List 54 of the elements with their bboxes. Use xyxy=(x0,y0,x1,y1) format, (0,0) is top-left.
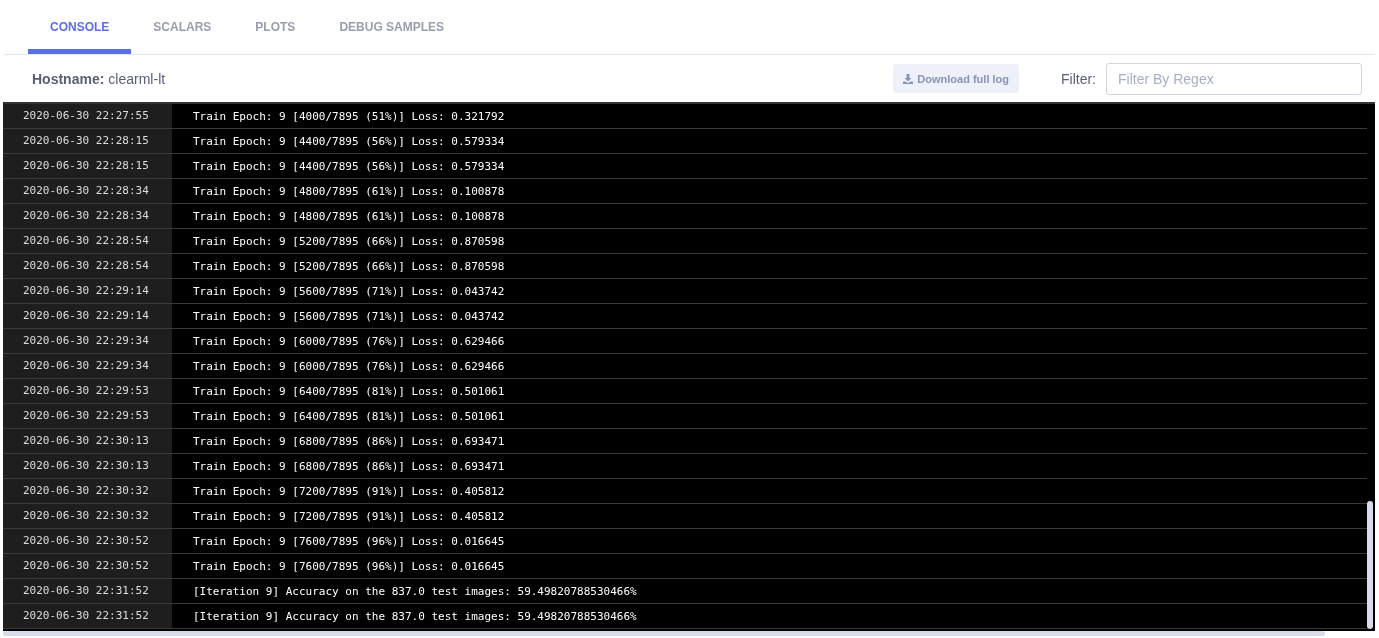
log-timestamp: 2020-06-30 22:28:54 xyxy=(3,229,172,253)
log-timestamp: 2020-06-30 22:28:15 xyxy=(3,154,172,178)
log-timestamp: 2020-06-30 22:30:13 xyxy=(3,454,172,478)
log-message: Train Epoch: 9 [7200/7895 (91%)] Loss: 0.405812 xyxy=(192,509,505,523)
log-timestamp: 2020-06-30 22:29:53 xyxy=(3,404,172,428)
log-message: Train Epoch: 9 [6400/7895 (81%)] Loss: 0.501061 xyxy=(192,384,505,398)
hostname-label: Hostname: xyxy=(32,70,105,87)
log-message: Train Epoch: 9 [4800/7895 (61%)] Loss: 0.100878 xyxy=(192,184,505,198)
log-timestamp: 2020-06-30 22:28:15 xyxy=(3,129,172,153)
log-timestamp: 2020-06-30 22:29:14 xyxy=(3,279,172,303)
log-message: Train Epoch: 9 [4000/7895 (51%)] Loss: 0.321792 xyxy=(192,109,505,123)
log-message: Train Epoch: 9 [5600/7895 (71%)] Loss: 0.043742 xyxy=(192,309,505,323)
log-message: Train Epoch: 9 [6800/7895 (86%)] Loss: 0.693471 xyxy=(192,434,505,448)
scrollbar-thumb[interactable] xyxy=(3,631,1325,636)
log-timestamp: 2020-06-30 22:29:34 xyxy=(3,354,172,378)
log-timestamp: 2020-06-30 22:31:52 xyxy=(3,579,172,603)
log-message: Train Epoch: 9 [5200/7895 (66%)] Loss: 0.870598 xyxy=(192,234,505,248)
log-timestamp: 2020-06-30 22:28:54 xyxy=(3,254,172,278)
log-message: Train Epoch: 9 [4400/7895 (56%)] Loss: 0.579334 xyxy=(192,159,505,173)
tab[interactable]: CONSOLE xyxy=(28,0,132,54)
log-message: Train Epoch: 9 [6400/7895 (81%)] Loss: 0.501061 xyxy=(192,409,505,423)
log-timestamp: 2020-06-30 22:30:32 xyxy=(3,504,172,528)
log-message: Train Epoch: 9 [7600/7895 (96%)] Loss: 0.016645 xyxy=(192,534,505,548)
log-timestamp: 2020-06-30 22:30:52 xyxy=(3,554,172,578)
log-message: Train Epoch: 9 [7600/7895 (96%)] Loss: 0.016645 xyxy=(192,559,505,573)
download-icon xyxy=(903,73,914,84)
hostname-value: clearml-lt xyxy=(108,70,166,87)
log-message: Train Epoch: 9 [4400/7895 (56%)] Loss: 0.579334 xyxy=(192,134,505,148)
log-timestamp: 2020-06-30 22:28:34 xyxy=(3,179,172,203)
tab[interactable]: DEBUG SAMPLES xyxy=(317,0,467,54)
filter-label: Filter: xyxy=(1061,70,1096,87)
tab[interactable]: SCALARS xyxy=(131,0,234,54)
log-message: Train Epoch: 9 [5600/7895 (71%)] Loss: 0.043742 xyxy=(192,284,505,298)
scrollbar-thumb[interactable] xyxy=(1367,501,1373,629)
log-message: [Iteration 9] Accuracy on the 837.0 test images: 59.49820788530466% xyxy=(192,584,637,598)
tab[interactable]: PLOTS xyxy=(233,0,318,54)
download-button[interactable]: Download full log xyxy=(893,64,1019,93)
log-message: Train Epoch: 9 [4800/7895 (61%)] Loss: 0.100878 xyxy=(192,209,505,223)
log-message: Train Epoch: 9 [5200/7895 (66%)] Loss: 0.870598 xyxy=(192,259,505,273)
log-timestamp: 2020-06-30 22:30:32 xyxy=(3,479,172,503)
log-timestamp: 2020-06-30 22:30:13 xyxy=(3,429,172,453)
log-message: Train Epoch: 9 [6000/7895 (76%)] Loss: 0.629466 xyxy=(192,359,505,373)
log-timestamp: 2020-06-30 22:29:34 xyxy=(3,329,172,353)
log-timestamp: 2020-06-30 22:29:53 xyxy=(3,379,172,403)
log-timestamp: 2020-06-30 22:27:55 xyxy=(3,104,172,128)
log-timestamp: 2020-06-30 22:31:52 xyxy=(3,604,172,628)
log-timestamp: 2020-06-30 22:28:34 xyxy=(3,204,172,228)
filter-input[interactable]: Filter By Regex xyxy=(1106,62,1362,95)
log-timestamp: 2020-06-30 22:30:52 xyxy=(3,529,172,553)
log-message: [Iteration 9] Accuracy on the 837.0 test images: 59.49820788530466% xyxy=(192,609,637,623)
log-message: Train Epoch: 9 [6800/7895 (86%)] Loss: 0.693471 xyxy=(192,459,505,473)
log-message: Train Epoch: 9 [7200/7895 (91%)] Loss: 0.405812 xyxy=(192,484,505,498)
log-message: Train Epoch: 9 [6000/7895 (76%)] Loss: 0.629466 xyxy=(192,334,505,348)
log-timestamp: 2020-06-30 22:29:14 xyxy=(3,304,172,328)
